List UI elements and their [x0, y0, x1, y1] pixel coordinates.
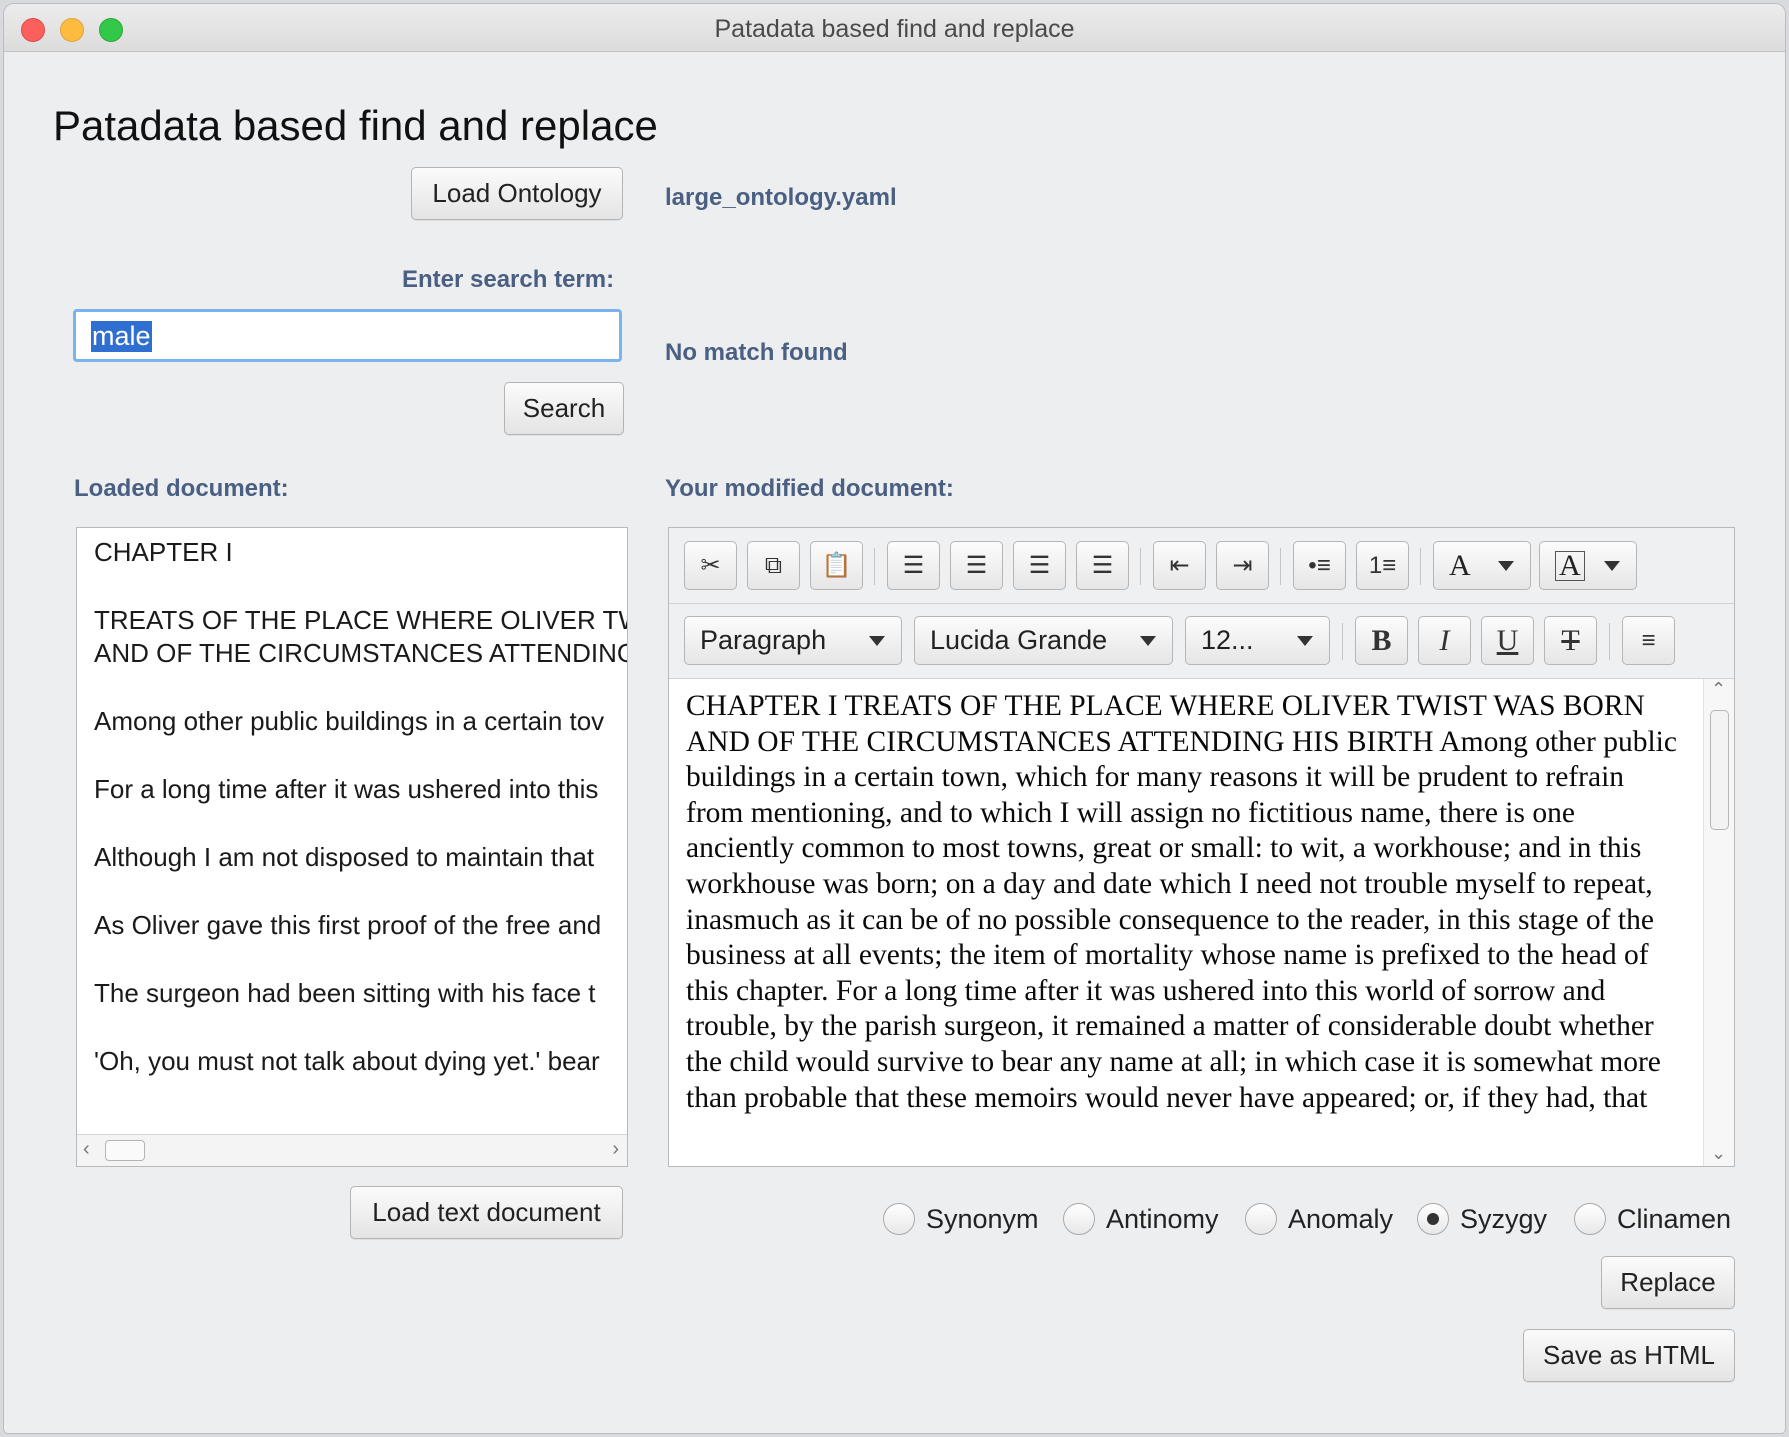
paste-icon[interactable]: 📋	[810, 541, 863, 590]
option-label: Antinomy	[1106, 1203, 1219, 1234]
align-justify-icon[interactable]: ☰	[1076, 541, 1129, 590]
loaded-document-view[interactable]: CHAPTER I TREATS OF THE PLACE WHERE OLIV…	[76, 527, 628, 1167]
loaded-line: The surgeon had been sitting with his fa…	[94, 978, 596, 1008]
align-center-icon[interactable]: ☰	[950, 541, 1003, 590]
font-color-icon: A	[1449, 548, 1471, 582]
scroll-left-icon[interactable]: ‹	[83, 1138, 90, 1161]
loaded-line: CHAPTER I	[94, 537, 233, 567]
horizontal-scrollbar[interactable]: ‹ ›	[77, 1134, 627, 1166]
ontology-filename: large_ontology.yaml	[665, 184, 897, 211]
underline-icon[interactable]: U	[1481, 616, 1534, 665]
window-title: Patadata based find and replace	[714, 15, 1075, 43]
numbered-list-icon[interactable]: 1≡	[1356, 541, 1409, 590]
option-label: Syzygy	[1460, 1203, 1548, 1234]
horizontal-rule-icon[interactable]: ≡	[1622, 616, 1675, 665]
scroll-down-icon[interactable]: ⌄	[1711, 1143, 1726, 1164]
option-label: Clinamen	[1617, 1203, 1732, 1234]
loaded-document-label: Loaded document:	[74, 475, 289, 502]
search-input-value: male	[91, 321, 152, 352]
title-bar: Patadata based find and replace	[4, 4, 1785, 52]
loaded-line: As Oliver gave this first proof of the f…	[94, 910, 602, 940]
modified-document-label: Your modified document:	[665, 475, 954, 502]
strikethrough-icon[interactable]: T	[1544, 616, 1597, 665]
loaded-line: Among other public buildings in a certai…	[94, 706, 605, 736]
load-ontology-button[interactable]: Load Ontology	[411, 167, 623, 220]
load-text-document-button[interactable]: Load text document	[350, 1186, 623, 1239]
loaded-line: Although I am not disposed to maintain t…	[94, 842, 595, 872]
scroll-right-icon[interactable]: ›	[612, 1138, 619, 1161]
align-right-icon[interactable]: ☰	[1013, 541, 1066, 590]
vertical-scrollbar[interactable]: ⌃ ⌄	[1703, 679, 1734, 1166]
indent-icon[interactable]: ⇥	[1216, 541, 1269, 590]
loaded-line: AND OF THE CIRCUMSTANCES ATTENDING	[94, 638, 628, 668]
font-family-select[interactable]: Lucida Grande	[914, 616, 1173, 665]
loaded-line: 'Oh, you must not talk about dying yet.'…	[94, 1046, 600, 1076]
paragraph-format-value: Paragraph	[700, 625, 827, 655]
modified-document-text[interactable]: CHAPTER I TREATS OF THE PLACE WHERE OLIV…	[686, 689, 1686, 1116]
search-status: No match found	[665, 339, 848, 366]
option-label: Synonym	[926, 1203, 1039, 1234]
replace-button[interactable]: Replace	[1601, 1256, 1735, 1309]
background-color-picker[interactable]: A	[1539, 541, 1637, 590]
option-anomaly[interactable]: Anomaly	[1245, 1203, 1393, 1235]
modified-document-view[interactable]: CHAPTER I TREATS OF THE PLACE WHERE OLIV…	[669, 679, 1734, 1166]
background-color-icon: A	[1555, 550, 1585, 581]
radio-icon[interactable]	[1063, 1203, 1095, 1235]
align-left-icon[interactable]: ☰	[887, 541, 940, 590]
radio-icon[interactable]	[1245, 1203, 1277, 1235]
radio-icon[interactable]	[1417, 1203, 1449, 1235]
page-title: Patadata based find and replace	[53, 102, 658, 149]
outdent-icon[interactable]: ⇤	[1153, 541, 1206, 590]
save-as-html-button[interactable]: Save as HTML	[1523, 1329, 1735, 1382]
radio-icon[interactable]	[1574, 1203, 1606, 1235]
search-button[interactable]: Search	[504, 382, 624, 435]
app-window: Patadata based find and replace Patadata…	[4, 4, 1785, 1433]
option-clinamen[interactable]: Clinamen	[1574, 1203, 1731, 1235]
cut-icon[interactable]: ✂	[684, 541, 737, 590]
option-label: Anomaly	[1288, 1203, 1394, 1234]
scroll-up-icon[interactable]: ⌃	[1711, 679, 1726, 700]
search-term-label: Enter search term:	[402, 266, 615, 293]
italic-icon[interactable]: I	[1418, 616, 1471, 665]
font-family-value: Lucida Grande	[930, 625, 1108, 655]
option-antinomy[interactable]: Antinomy	[1063, 1203, 1219, 1235]
html-editor: ✂ ⧉ 📋 ☰ ☰ ☰ ☰ ⇤ ⇥ •≡ 1≡ A A Paragraph Lu…	[668, 527, 1735, 1167]
font-size-select[interactable]: 12...	[1185, 616, 1330, 665]
font-color-picker[interactable]: A	[1433, 541, 1531, 590]
bullet-list-icon[interactable]: •≡	[1293, 541, 1346, 590]
copy-icon[interactable]: ⧉	[747, 541, 800, 590]
loaded-line: TREATS OF THE PLACE WHERE OLIVER TW	[94, 605, 628, 635]
scroll-thumb[interactable]	[1710, 710, 1729, 830]
editor-toolbar-bottom: Paragraph Lucida Grande 12... B I U T ≡	[669, 603, 1734, 679]
loaded-line: For a long time after it was ushered int…	[94, 774, 599, 804]
bold-icon[interactable]: B	[1355, 616, 1408, 665]
paragraph-format-select[interactable]: Paragraph	[684, 616, 902, 665]
search-input[interactable]: male	[73, 309, 622, 362]
editor-toolbar-top: ✂ ⧉ 📋 ☰ ☰ ☰ ☰ ⇤ ⇥ •≡ 1≡ A A	[669, 528, 1734, 604]
scroll-thumb[interactable]	[105, 1140, 145, 1161]
option-synonym[interactable]: Synonym	[883, 1203, 1039, 1235]
radio-icon[interactable]	[883, 1203, 915, 1235]
option-syzygy[interactable]: Syzygy	[1417, 1203, 1547, 1235]
font-size-value: 12...	[1201, 625, 1254, 655]
